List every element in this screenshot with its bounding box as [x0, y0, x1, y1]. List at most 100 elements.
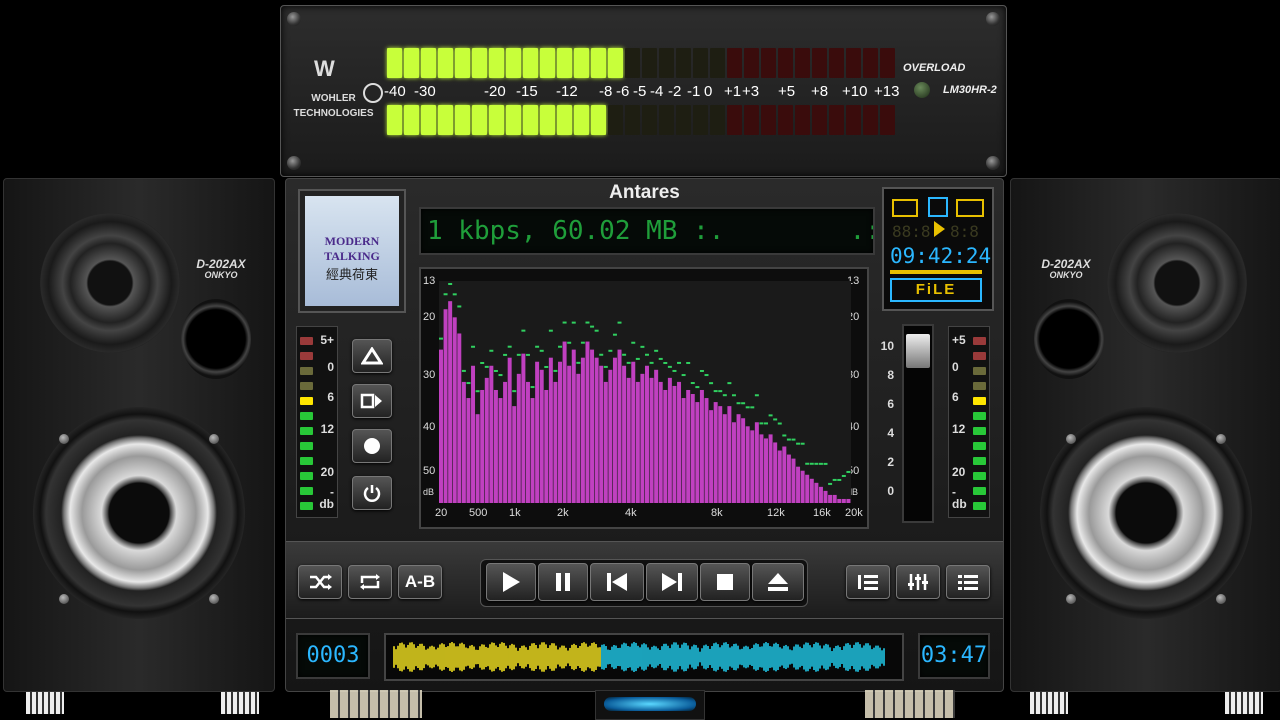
eject-up-button[interactable]	[352, 339, 392, 373]
spectrum-peak	[576, 361, 581, 364]
screw-icon	[287, 156, 301, 170]
mode-icon-3[interactable]	[956, 199, 984, 217]
volume-slider[interactable]	[902, 324, 934, 523]
spectrum-peak	[777, 422, 782, 425]
mode-icon-1[interactable]	[892, 199, 918, 217]
volume-label: 2	[887, 455, 894, 469]
spectrum-bar	[658, 381, 663, 503]
equalizer-button[interactable]	[896, 565, 940, 599]
spectrum-peak	[452, 293, 457, 296]
spectrum-peak	[823, 462, 828, 465]
spectrum-peak	[548, 329, 553, 332]
spectrum-peak	[713, 390, 718, 393]
spectrum-peak	[608, 349, 613, 352]
mode-icon-2[interactable]	[928, 197, 948, 217]
level-led	[973, 337, 986, 345]
record-button[interactable]	[352, 429, 392, 463]
spectrum-peak	[521, 329, 526, 332]
meter-segment	[506, 48, 521, 78]
spectrum-bar	[622, 365, 627, 503]
spectrum-peak	[754, 394, 759, 397]
play-button[interactable]	[486, 563, 536, 601]
meter-segment	[642, 105, 657, 135]
stop-button[interactable]	[700, 563, 750, 601]
spectrum-bar	[521, 353, 526, 503]
spectrum-peak	[805, 462, 810, 465]
spectrum-peak	[837, 478, 842, 481]
volume-slider-knob[interactable]	[906, 334, 930, 368]
spectrum-peak	[622, 353, 627, 356]
spectrum-peak	[654, 349, 659, 352]
ab-repeat-button[interactable]: A-B	[398, 565, 442, 599]
spectrum-peak	[493, 369, 498, 372]
spectrum-peak	[773, 418, 778, 421]
screw-icon	[986, 156, 1000, 170]
meter-segment	[540, 105, 555, 135]
spectrum-peak	[461, 369, 466, 372]
yellow-bar	[890, 270, 982, 274]
meter-segment	[761, 48, 776, 78]
playlist-button[interactable]	[846, 565, 890, 599]
spectrum-peak	[741, 402, 746, 405]
spectrum-bar	[832, 494, 837, 503]
spectrum-peak	[603, 365, 608, 368]
spectrum-bar	[745, 426, 750, 503]
vu-scale-label: +10	[842, 83, 868, 100]
next-button[interactable]	[646, 563, 698, 601]
bolt-icon	[1216, 594, 1226, 604]
spectrum-peak	[695, 386, 700, 389]
album-art-frame[interactable]: MODERN TALKING 經典荷東	[298, 189, 406, 313]
spectrum-bar	[722, 414, 727, 503]
pause-button[interactable]	[538, 563, 588, 601]
spectrum-bar	[846, 498, 851, 503]
list-button[interactable]	[946, 565, 990, 599]
power-button[interactable]	[352, 476, 392, 510]
meter-segment	[506, 105, 521, 135]
spectrum-bar	[535, 361, 540, 503]
led-label: 6	[952, 390, 959, 404]
player-body: Antares MODERN TALKING 經典荷東 1 kbps, 60.0…	[285, 178, 1004, 692]
play-icon	[503, 572, 520, 592]
previous-button[interactable]	[590, 563, 644, 601]
spectrum-bar	[818, 486, 823, 503]
spectrum-bar	[599, 365, 604, 503]
meter-segment	[880, 105, 895, 135]
level-led	[973, 487, 986, 495]
spectrum-peak	[507, 345, 512, 348]
meter-segment	[438, 48, 453, 78]
vu-scale-label: -5	[633, 83, 647, 100]
left-light-strip	[330, 690, 422, 718]
shuffle-button[interactable]	[298, 565, 342, 599]
frequency-axis: 20 500 1k 2k 4k 8k 12k 16k 20k	[421, 507, 867, 523]
meter-segment	[557, 105, 572, 135]
spectrum-peak	[791, 438, 796, 441]
source-display[interactable]: FiLE	[890, 278, 982, 302]
meter-segment	[795, 105, 810, 135]
spectrum-bar	[677, 381, 682, 503]
spectrum-peak	[471, 345, 476, 348]
vu-scale-label: -2	[668, 83, 682, 100]
spectrum-peak	[727, 382, 732, 385]
meter-segment	[812, 105, 827, 135]
spectrum-bar	[686, 389, 691, 503]
spectrum-bar	[654, 369, 659, 503]
album-art: MODERN TALKING 經典荷東	[305, 196, 399, 306]
eject-button[interactable]	[752, 563, 804, 601]
vu-scale-label: -8	[599, 83, 613, 100]
spectrum-peak	[686, 361, 691, 364]
level-led	[973, 457, 986, 465]
shuffle-icon	[310, 574, 332, 590]
spectrum-bar	[558, 361, 562, 503]
next-mode-button[interactable]	[352, 384, 392, 418]
spectrum-bar	[667, 377, 672, 503]
spectrum-bar	[814, 482, 819, 503]
clock-display: 09:42:24	[890, 244, 992, 268]
meter-segment	[421, 48, 436, 78]
spectrum-bar	[489, 365, 494, 503]
repeat-button[interactable]	[348, 565, 392, 599]
led-label: 0	[952, 360, 959, 374]
waveform-seekbar[interactable]	[384, 633, 904, 681]
spectrum-peak	[466, 382, 471, 385]
bass-port	[181, 299, 251, 379]
spectrum-peak	[699, 369, 704, 372]
